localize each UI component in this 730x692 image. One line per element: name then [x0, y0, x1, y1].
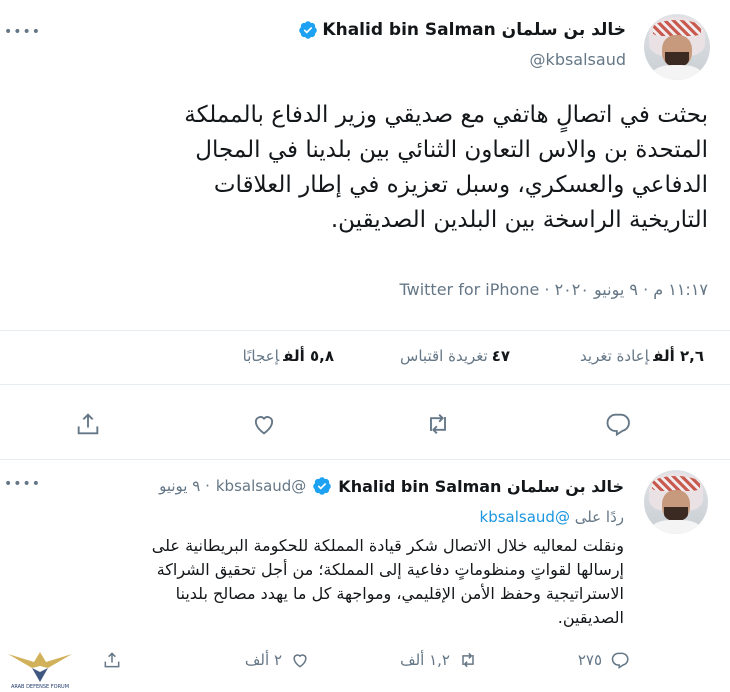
quotes-label: تغريدة اقتباس — [400, 347, 488, 365]
like-icon[interactable] — [250, 410, 278, 438]
reply-text-line: إرسالها لقواتٍ ومنظوماتٍ دفاعية إلى المم… — [156, 560, 624, 579]
reply-icon — [611, 652, 629, 669]
verified-badge-icon — [298, 20, 318, 40]
author-handle[interactable]: @kbsalsaud — [530, 50, 626, 69]
retweets-count: ٢,٦ ألف — [653, 347, 704, 365]
verified-badge-icon — [312, 476, 332, 496]
avatar[interactable] — [644, 14, 710, 80]
reply-icon[interactable] — [604, 410, 632, 438]
likes-stat[interactable]: ٥,٨ ألفإعجابًا — [243, 347, 334, 365]
forum-watermark-logo: ARAB DEFENSE FORUM — [4, 632, 76, 692]
tweet-actions — [0, 400, 730, 450]
retweet-icon — [462, 652, 474, 668]
author-name[interactable]: خالد بن سلمان Khalid bin Salman — [322, 20, 626, 40]
reply-text-line: ونقلت لمعاليه خلال الاتصال شكر قيادة الم… — [151, 536, 624, 555]
quotes-count: ٤٧ — [491, 347, 510, 365]
tweet-text: بحثت في اتصالٍ هاتفي مع صديقي وزير الدفا… — [18, 98, 708, 238]
more-options-icon[interactable]: •••• — [4, 24, 41, 40]
like-icon — [293, 654, 307, 668]
tweet-text-line: بحثت في اتصالٍ هاتفي مع صديقي وزير الدفا… — [184, 102, 708, 128]
reply-author-name[interactable]: خالد بن سلمان Khalid bin Salman — [338, 477, 624, 496]
likes-label: إعجابًا — [242, 347, 280, 365]
reply-count: ٢٧٥ — [577, 651, 602, 669]
reply-tweet[interactable]: •••• خالد بن سلمان Khalid bin Salman @kb… — [0, 460, 730, 692]
tweet-stats: ٢,٦ ألفإعادة تغريد ٤٧تغريدة اقتباس ٥,٨ أ… — [0, 330, 730, 385]
likes-count: ٥,٨ ألف — [283, 347, 334, 365]
more-options-icon[interactable]: •••• — [4, 476, 41, 492]
tweet-text-line: التاريخية الراسخة بين البلدين الصديقين. — [330, 207, 708, 233]
reply-date[interactable]: · ٩ يونيو — [159, 477, 210, 495]
reply-text: ونقلت لمعاليه خلال الاتصال شكر قيادة الم… — [24, 534, 624, 630]
retweets-label: إعادة تغريد — [580, 347, 650, 365]
tweet-text-line: المتحدة بن والاس التعاون الثنائي بين بلد… — [195, 137, 708, 163]
reply-header: خالد بن سلمان Khalid bin Salman @kbsalsa… — [159, 476, 624, 496]
reply-like-button[interactable]: ٢ ألف — [245, 650, 310, 670]
share-icon[interactable] — [74, 410, 102, 438]
reply-author-handle[interactable]: @kbsalsaud — [216, 477, 306, 495]
quotes-stat[interactable]: ٤٧تغريدة اقتباس — [400, 347, 510, 365]
reply-reply-button[interactable]: ٢٧٥ — [578, 650, 630, 670]
main-tweet: •••• خالد بن سلمان Khalid bin Salman @kb… — [0, 0, 730, 460]
retweet-count: ١,٢ ألف — [400, 651, 450, 669]
reply-text-line: الصديقين. — [557, 608, 624, 627]
replying-mention-link[interactable]: @kbsalsaud — [480, 508, 570, 526]
reply-text-line: الاستراتيجية وحفظ الأمن الإقليمي، ومواجه… — [175, 584, 624, 603]
like-count: ٢ ألف — [244, 651, 282, 669]
reply-retweet-button[interactable]: ١,٢ ألف — [400, 650, 478, 670]
reply-share-button[interactable] — [102, 650, 122, 670]
share-icon — [104, 652, 120, 668]
retweet-icon[interactable] — [424, 410, 452, 438]
tweet-timestamp-source[interactable]: ١١:١٧ م · ٩ يونيو ٢٠٢٠ · Twitter for iPh… — [400, 280, 709, 299]
reply-actions: ٢٧٥ ١,٢ ألف ٢ ألف — [0, 650, 730, 680]
tweet-text-line: الدفاعي والعسكري، وسبل تعزيزه في إطار ال… — [213, 172, 708, 198]
watermark-text: ARAB DEFENSE FORUM — [11, 684, 69, 690]
retweets-stat[interactable]: ٢,٦ ألفإعادة تغريد — [580, 347, 704, 365]
replying-prefix: ردًا على — [574, 508, 624, 526]
author-name-row[interactable]: خالد بن سلمان Khalid bin Salman — [298, 20, 626, 40]
avatar[interactable] — [644, 470, 708, 534]
replying-to: ردًا على @kbsalsaud — [480, 508, 624, 526]
